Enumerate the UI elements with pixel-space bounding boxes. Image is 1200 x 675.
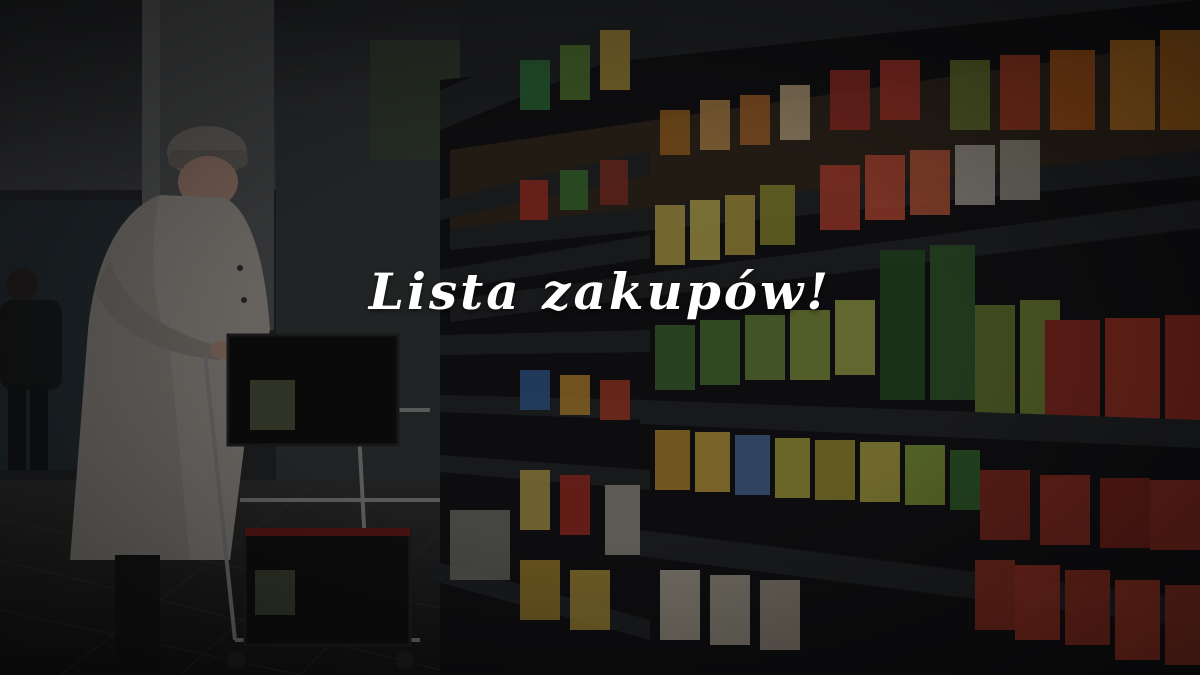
banner-title: Lista zakupów! xyxy=(368,262,832,321)
supermarket-photo-background xyxy=(0,0,1200,675)
hero-banner: Lista zakupów! xyxy=(0,0,1200,675)
